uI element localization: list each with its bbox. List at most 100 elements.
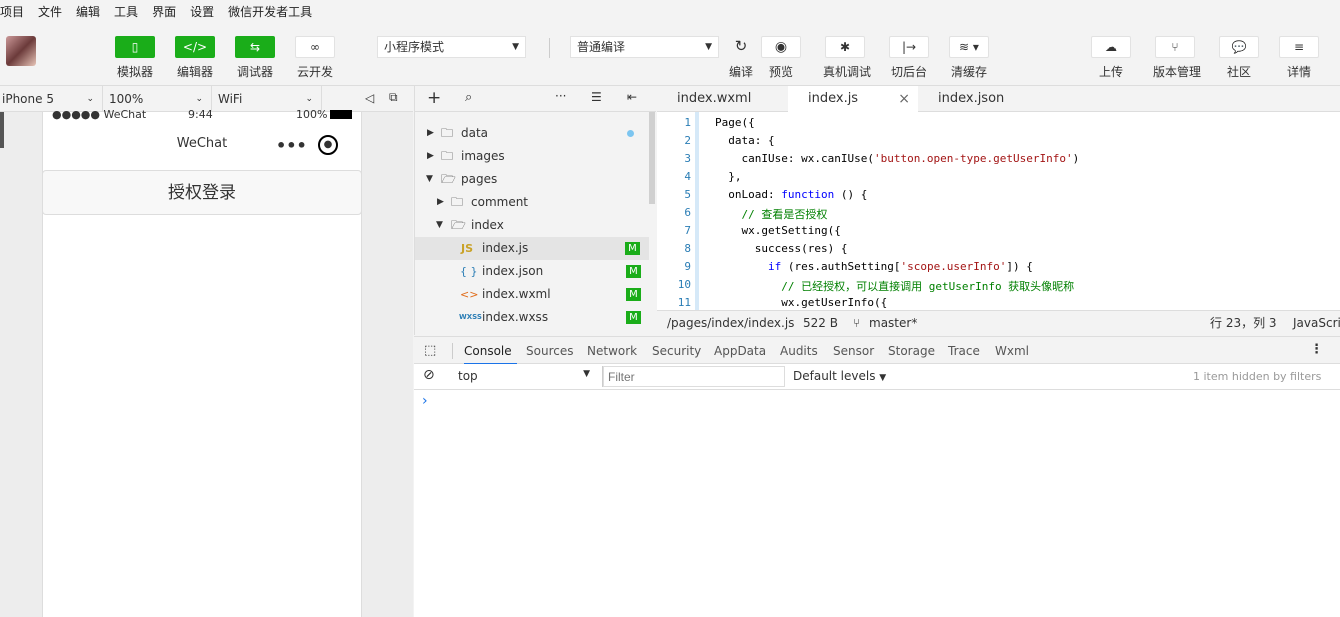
line-number: 5 (684, 188, 691, 201)
code-line: success(res) { (715, 242, 848, 255)
line-number: 11 (677, 296, 691, 309)
tab-index-json[interactable]: index.json (918, 86, 1048, 112)
inspect-element-icon[interactable]: ⬚ (424, 343, 436, 358)
menu-settings[interactable]: 设置 (190, 3, 214, 20)
refresh-icon: ↻ (734, 37, 748, 55)
menu-tools[interactable]: 工具 (114, 3, 138, 20)
remote-debug-label: 真机调试 (823, 65, 872, 79)
tree-item-index-json[interactable]: { } index.json M (415, 260, 656, 283)
background-button[interactable]: |→ 切后台 (887, 36, 931, 80)
language-mode[interactable]: JavaScript (1293, 311, 1340, 336)
tree-item-index-wxml[interactable]: <> index.wxml M (415, 283, 656, 306)
code-line: // 查看是否授权 (715, 208, 828, 221)
auth-login-button[interactable]: 授权登录 (42, 170, 362, 215)
divider (549, 38, 550, 58)
tab-label: index.wxml (677, 91, 752, 106)
cursor-position[interactable]: 行 23，列 3 (1210, 311, 1277, 336)
cloud-button[interactable]: ∞ 云开发 (293, 36, 337, 80)
tree-item-comment[interactable]: ▶ 🗀 comment (415, 191, 656, 214)
folder-icon: 🗀 (441, 126, 454, 140)
device-model: iPhone 5 (2, 91, 54, 106)
debugger-button[interactable]: ⇆ 调试器 (233, 36, 277, 80)
levels-select[interactable]: Default levels ▼ (793, 369, 886, 383)
detach-window-icon[interactable]: ⧉ (389, 90, 398, 105)
menu-file[interactable]: 文件 (38, 3, 62, 20)
folder-open-icon: 🗁 (441, 172, 456, 186)
modified-badge: M (626, 311, 641, 324)
battery-percent: 100% (296, 108, 328, 121)
tab-sources[interactable]: Sources (526, 337, 573, 365)
sidebar-toggle-icon[interactable]: ⇤ (627, 90, 637, 104)
editor-button[interactable]: </> 编辑器 (173, 36, 217, 80)
debug-icon: ⇆ (235, 36, 275, 58)
tab-sensor[interactable]: Sensor (833, 337, 874, 365)
more-icon[interactable]: ••• (276, 136, 307, 155)
divider (452, 343, 453, 359)
menu-project[interactable]: 项目 (0, 3, 24, 20)
kebab-menu-icon[interactable]: ⋮ (1310, 342, 1323, 357)
simulator-button[interactable]: ▯ 模拟器 (113, 36, 157, 80)
code-line: if (res.authSetting['scope.userInfo']) { (767, 260, 1033, 273)
more-icon[interactable]: ··· (555, 89, 566, 103)
menu-app[interactable]: 微信开发者工具 (228, 3, 312, 20)
tab-audits[interactable]: Audits (780, 337, 818, 365)
version-button[interactable]: ⑂ 版本管理 (1153, 36, 1201, 80)
remote-debug-button[interactable]: ✱ 真机调试 (823, 36, 872, 80)
line-number: 3 (684, 152, 691, 165)
collapse-icon[interactable]: ☰ (591, 90, 602, 104)
search-icon[interactable]: ⌕ (465, 90, 472, 105)
folder-open-icon: 🗁 (451, 218, 466, 232)
tree-item-label: comment (471, 195, 529, 209)
nav-title: WeChat (176, 136, 228, 151)
close-icon[interactable]: × (898, 86, 910, 112)
filter-input[interactable] (603, 366, 785, 387)
compile-button[interactable]: ↻ 编译 (719, 36, 763, 80)
console-output[interactable]: › (414, 390, 1340, 617)
upload-button[interactable]: ☁ 上传 (1089, 36, 1133, 80)
tab-network[interactable]: Network (587, 337, 637, 365)
capsule-close-icon[interactable]: ● (318, 135, 338, 155)
file-tree-scrollbar[interactable] (649, 112, 655, 204)
avatar[interactable] (6, 36, 36, 66)
tree-item-data[interactable]: ▶ 🗀 data (415, 122, 656, 145)
compile-select[interactable]: 普通编译 ▼ (570, 36, 719, 58)
tab-appdata[interactable]: AppData (714, 337, 766, 365)
tab-wxml[interactable]: Wxml (995, 337, 1029, 365)
tree-item-label: pages (461, 172, 498, 186)
tab-index-wxml[interactable]: index.wxml (657, 86, 788, 112)
scroll-handle[interactable] (0, 112, 4, 148)
tree-item-label: index (471, 218, 504, 232)
mode-select[interactable]: 小程序模式 ▼ (377, 36, 526, 58)
menu-view[interactable]: 界面 (152, 3, 176, 20)
tab-security[interactable]: Security (652, 337, 701, 365)
line-number: 9 (684, 260, 691, 273)
tab-console[interactable]: Console (464, 337, 517, 365)
tab-index-js[interactable]: index.js × (788, 86, 918, 112)
modified-badge: M (625, 242, 640, 255)
tree-item-index-wxss[interactable]: WXSS index.wxss M (415, 306, 656, 329)
add-icon[interactable]: + (427, 88, 441, 108)
code-line: onLoad: function () { (715, 188, 868, 201)
git-branch[interactable]: master* (869, 311, 917, 336)
tree-item-index-js[interactable]: JS index.js M (415, 237, 649, 260)
line-number: 4 (684, 170, 691, 183)
tree-item-index[interactable]: ▼ 🗁 index (415, 214, 656, 237)
clear-cache-button[interactable]: ≋ ▾ 清缓存 (947, 36, 991, 80)
code-editor[interactable]: 1 2 3 4 5 6 7 8 9 10 11 Page({ data: { c… (657, 112, 1340, 310)
line-number: 1 (684, 116, 691, 129)
tree-item-pages[interactable]: ▼ 🗁 pages (415, 168, 656, 191)
tree-item-images[interactable]: ▶ 🗀 images (415, 145, 656, 168)
tab-trace[interactable]: Trace (948, 337, 980, 365)
tab-storage[interactable]: Storage (888, 337, 935, 365)
menu-edit[interactable]: 编辑 (76, 3, 100, 20)
tree-item-label: index.json (482, 264, 544, 278)
line-number: 10 (677, 278, 691, 291)
details-button[interactable]: ≡ 详情 (1277, 36, 1321, 80)
caret-down-icon: ▼ (879, 373, 887, 383)
toolbar: ▯ 模拟器 </> 编辑器 ⇆ 调试器 ∞ 云开发 小程序模式 ▼ 普通编译 ▼… (0, 22, 1340, 86)
clear-console-icon[interactable]: ⊘ (423, 367, 435, 383)
preview-button[interactable]: ◉ 预览 (759, 36, 803, 80)
sound-icon[interactable]: ◁ (365, 91, 374, 105)
community-button[interactable]: 💬 社区 (1217, 36, 1261, 80)
context-select[interactable]: top ▼ (452, 366, 592, 387)
